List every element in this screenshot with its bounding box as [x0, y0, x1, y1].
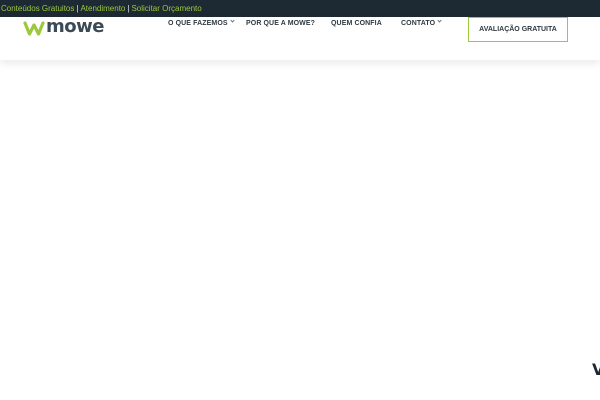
top-utility-bar: Conteúdos Gratuitos | Atendimento | Solicita… [0, 0, 600, 17]
nav-item-what-we-do[interactable]: O QUE FAZEMOS [168, 18, 235, 27]
topbar-link-free-content[interactable]: Conteúdos Gratuitos [1, 4, 74, 13]
mowe-logo-icon [23, 21, 45, 36]
chevron-down-icon [437, 18, 442, 23]
topbar-link-request-quote[interactable]: Solicitar Orçamento [131, 4, 201, 13]
free-evaluation-button[interactable]: AVALIAÇÃO GRATUITA [468, 17, 568, 42]
logo-wordmark: mowe [46, 16, 104, 37]
topbar-link-support[interactable]: Atendimento [80, 4, 125, 13]
partial-content-glyph: V [592, 360, 600, 379]
main-header: mowe O QUE FAZEMOS POR QUE A MOWE? QUEM … [0, 17, 600, 60]
nav-item-label: QUEM CONFIA [331, 20, 382, 27]
chevron-down-icon [230, 18, 235, 23]
nav-item-who-trusts[interactable]: QUEM CONFIA [331, 20, 382, 27]
nav-item-label: POR QUE A MOWE? [246, 20, 316, 27]
nav-item-contact[interactable]: CONTATO [401, 18, 442, 27]
nav-item-label: CONTATO [401, 20, 436, 27]
nav-item-label: O QUE FAZEMOS [168, 20, 228, 27]
nav-item-why-mowe[interactable]: POR QUE A MOWE? [246, 20, 315, 27]
mowe-logo[interactable]: mowe [23, 18, 104, 36]
